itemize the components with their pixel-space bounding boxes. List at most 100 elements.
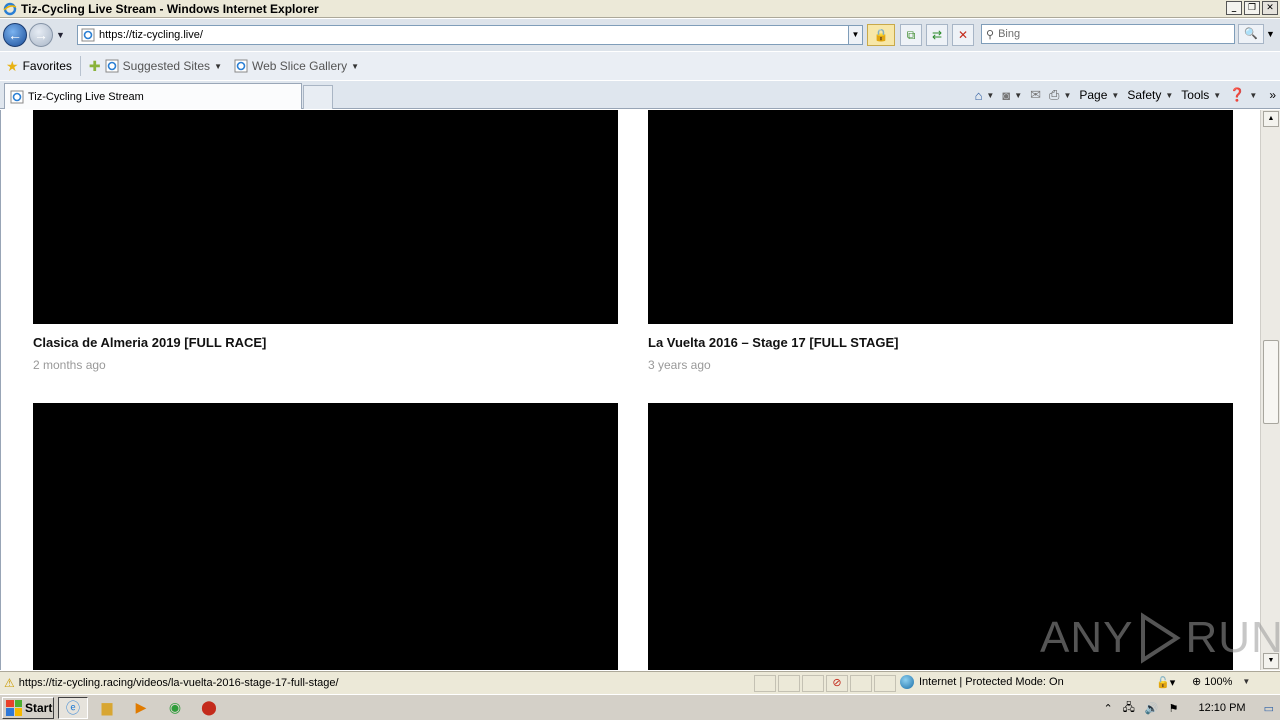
action-center-flag-icon[interactable]: ⚑ [1169, 702, 1179, 715]
status-bar: ⚠ https://tiz-cycling.racing/videos/la-v… [0, 671, 1280, 694]
scrollbar-thumb[interactable] [1263, 340, 1279, 424]
start-button[interactable]: Start [2, 696, 54, 719]
help-menu[interactable]: ❓ ▼ [1229, 87, 1257, 103]
close-window-button[interactable]: ✕ [1262, 1, 1278, 15]
search-go-button[interactable]: 🔍 [1238, 24, 1264, 44]
web-slice-ie-icon [234, 59, 248, 73]
address-url[interactable]: https://tiz-cycling.live/ [99, 29, 203, 41]
home-button[interactable]: ⌂ ▼ [975, 88, 995, 103]
back-arrow-icon: ← [8, 27, 22, 43]
maximize-button[interactable]: ❐ [1244, 1, 1260, 15]
suggested-sites-link[interactable]: Suggested Sites ▼ [105, 59, 222, 73]
clock[interactable]: 12:10 PM [1199, 702, 1246, 714]
back-button[interactable]: ← [3, 23, 27, 47]
taskbar-explorer-button[interactable]: ▆ [92, 697, 122, 719]
more-commands-chevron-icon[interactable]: » [1269, 88, 1276, 102]
favorites-star-icon: ★ [6, 57, 19, 74]
security-zone-label: Internet | Protected Mode: On [919, 676, 1064, 688]
address-field[interactable]: https://tiz-cycling.live/ ▼ [77, 25, 863, 45]
safety-menu-label: Safety [1127, 88, 1162, 102]
status-pane [754, 675, 776, 692]
media-player-icon: ▶ [135, 699, 147, 715]
web-slice-gallery-link[interactable]: Web Slice Gallery ▼ [234, 59, 359, 73]
anyrun-watermark: ANY RUN [1040, 612, 1280, 664]
security-lock-button[interactable]: 🔒 [867, 24, 895, 46]
tools-menu-label: Tools [1181, 88, 1210, 102]
chevron-down-icon: ▼ [1063, 90, 1072, 100]
windows-logo-icon [6, 699, 22, 716]
add-to-favorites-icon[interactable]: ✚ [89, 58, 101, 75]
command-bar: ⌂ ▼ ◙ ▼ ✉ ⎙ ▼ Page ▼ Safety ▼ Tools ▼ ❓ ▼ » [975, 81, 1276, 109]
video-title-link[interactable]: Clasica de Almeria 2019 [FULL RACE] [33, 335, 266, 350]
search-icon: 🔍 [1244, 28, 1258, 40]
window-titlebar: Tiz-Cycling Live Stream - Windows Intern… [0, 0, 1280, 18]
video-posted-time: 2 months ago [33, 358, 106, 372]
recent-pages-dropdown[interactable]: ▼ [56, 30, 65, 40]
chevron-down-icon: ▼ [1249, 90, 1258, 100]
folder-icon: ▆ [101, 699, 113, 715]
forward-button[interactable]: → [29, 23, 53, 47]
search-magnifier-icon: ⚲ [986, 28, 995, 41]
page-menu[interactable]: Page ▼ [1079, 88, 1119, 102]
zoom-value: 100% [1204, 675, 1233, 688]
printer-icon: ⎙ [1049, 87, 1060, 102]
zoom-level-button[interactable]: ⊕ 100% ▼ [1192, 675, 1250, 689]
page-ie-icon [81, 28, 95, 42]
video-title-link[interactable]: La Vuelta 2016 – Stage 17 [FULL STAGE] [648, 335, 898, 350]
watermark-right-text: RUN [1185, 613, 1280, 662]
chevron-down-icon: ▼ [1213, 90, 1222, 100]
search-input[interactable]: ⚲ Bing [981, 24, 1235, 44]
scroll-up-button[interactable]: ▲ [1263, 111, 1279, 127]
new-tab-button[interactable] [303, 85, 333, 109]
web-slice-gallery-label: Web Slice Gallery [251, 59, 348, 73]
popup-blocked-icon[interactable]: ⊘ [826, 675, 848, 692]
page-content: Clasica de Almeria 2019 [FULL RACE] 2 mo… [0, 110, 1260, 670]
taskbar-opera-button[interactable]: ⬤ [194, 697, 224, 719]
video-thumbnail[interactable] [33, 110, 618, 324]
zoom-magnifier-icon: ⊕ [1192, 676, 1202, 688]
safety-menu[interactable]: Safety ▼ [1127, 88, 1173, 102]
ie-logo-icon [3, 2, 17, 15]
volume-icon[interactable]: 🔊 [1145, 702, 1159, 715]
chevron-down-icon: ▼ [214, 61, 222, 71]
internet-globe-icon [900, 675, 914, 689]
taskbar-media-player-button[interactable]: ▶ [126, 697, 156, 719]
tab-label: Tiz-Cycling Live Stream [28, 90, 144, 103]
page-menu-label: Page [1079, 88, 1108, 102]
tools-menu[interactable]: Tools ▼ [1181, 88, 1221, 102]
print-button[interactable]: ⎙ ▼ [1049, 87, 1071, 103]
stop-button[interactable]: ✕ [952, 24, 974, 46]
feeds-button[interactable]: ◙ ▼ [1002, 88, 1022, 103]
address-dropdown-icon[interactable]: ▼ [848, 26, 862, 44]
video-thumbnail[interactable] [648, 110, 1233, 324]
rss-feed-icon: ◙ [1002, 87, 1011, 103]
chevron-down-icon: ▼ [986, 90, 995, 100]
watermark-play-icon [1141, 612, 1182, 664]
vertical-scrollbar[interactable]: ▲ ▼ [1260, 110, 1280, 670]
network-icon[interactable]: 🖧 [1123, 699, 1135, 718]
video-thumbnail[interactable] [33, 403, 618, 670]
compatibility-view-button[interactable]: ⧉ [900, 24, 922, 46]
favorites-button[interactable]: ★ Favorites [6, 58, 72, 75]
video-posted-time: 3 years ago [648, 358, 711, 372]
protected-mode-icon[interactable]: 🔓▾ [1156, 676, 1175, 689]
refresh-button[interactable]: ⇄ [926, 24, 948, 46]
refresh-icon: ⇄ [931, 28, 943, 42]
home-icon: ⌂ [974, 87, 983, 103]
minimize-button[interactable]: _ [1226, 1, 1242, 15]
status-pane [802, 675, 824, 692]
security-zone[interactable]: Internet | Protected Mode: On [900, 675, 1064, 689]
search-placeholder: Bing [998, 28, 1021, 40]
search-options-dropdown[interactable]: ▼ [1266, 24, 1275, 44]
favorites-separator [79, 56, 81, 76]
mail-icon: ✉ [1030, 87, 1042, 102]
show-desktop-icon[interactable]: ▭ [1264, 702, 1274, 715]
chevron-down-icon: ▼ [1111, 90, 1120, 100]
lock-icon: 🔒 [873, 28, 889, 42]
taskbar-chrome-button[interactable]: ◉ [160, 697, 190, 719]
taskbar-ie-button[interactable]: ⓔ [58, 696, 88, 719]
show-hidden-icons-icon[interactable]: ⌃ [1103, 702, 1112, 715]
read-mail-button[interactable]: ✉ [1030, 87, 1041, 103]
tab-tiz-cycling[interactable]: Tiz-Cycling Live Stream [4, 83, 302, 109]
system-tray: ⌃ 🖧 🔊 ⚑ 12:10 PM ▭ [1103, 696, 1280, 720]
